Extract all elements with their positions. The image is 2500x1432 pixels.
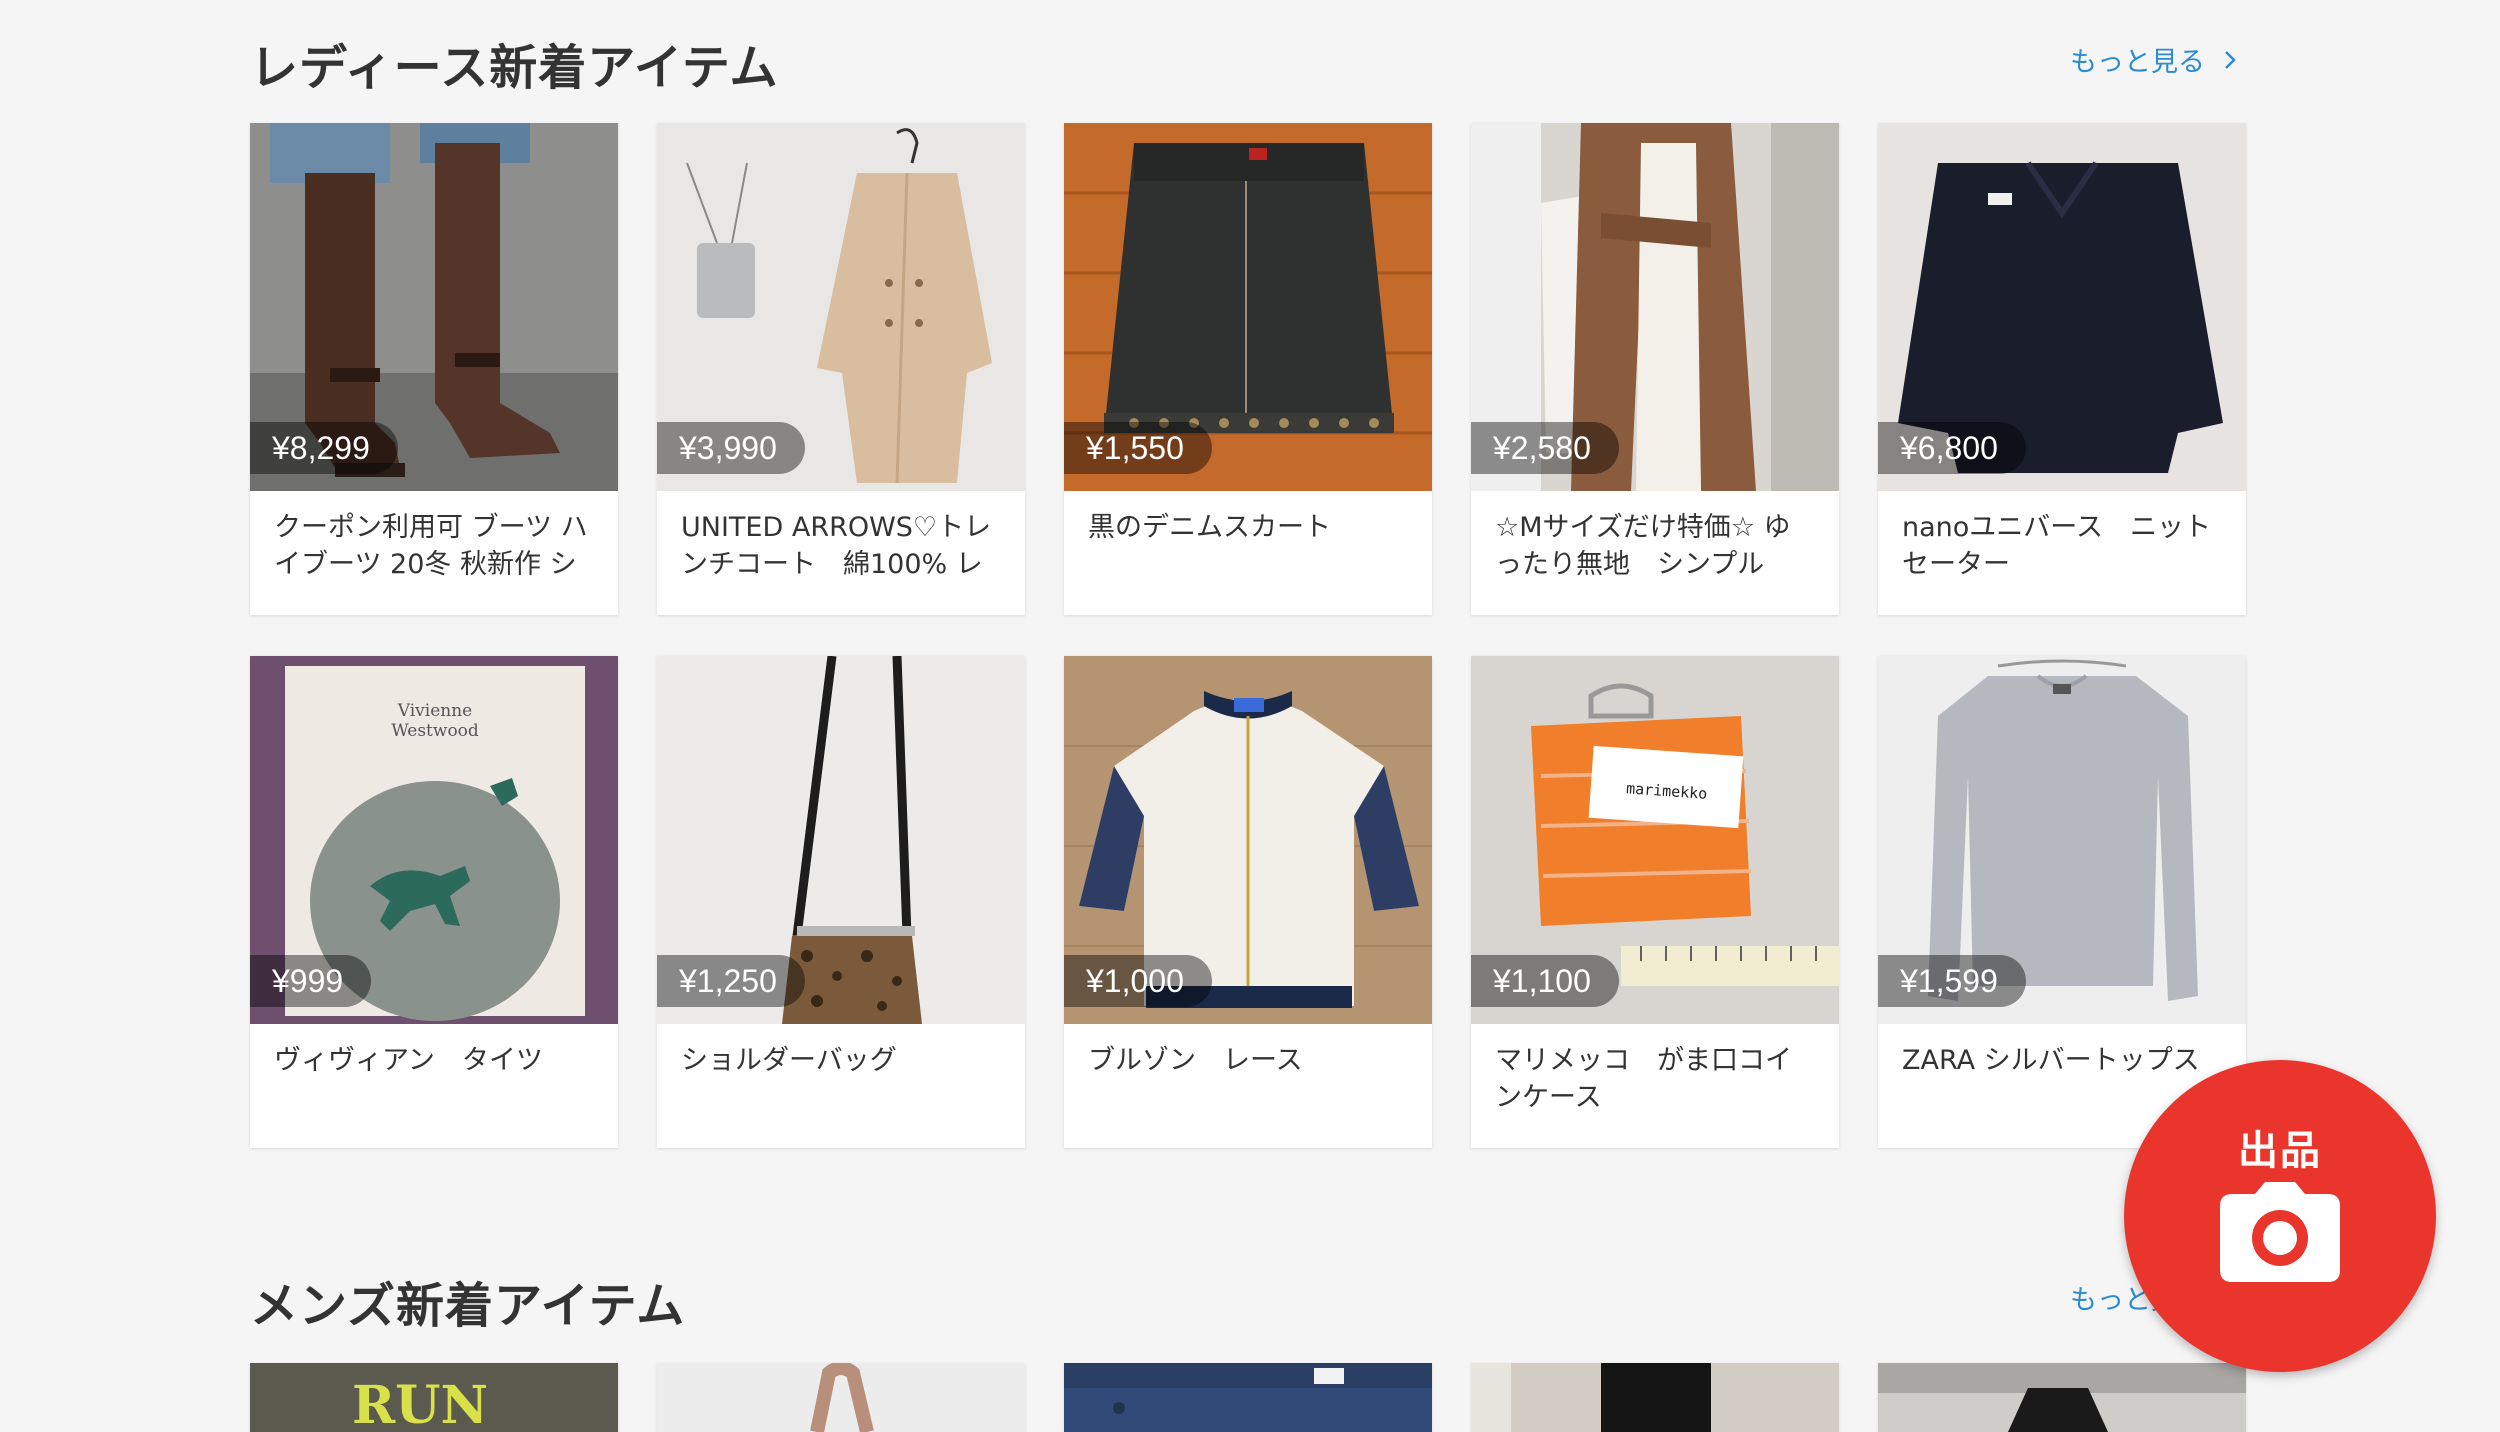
item-card[interactable]: ¥1,000 ブルゾン レース (1064, 656, 1432, 1148)
item-card[interactable]: ¥1,550 黒のデニムスカート (1064, 123, 1432, 615)
item-name: ブルゾン レース (1088, 1045, 1303, 1076)
item-card[interactable]: ¥6,800 nanoユニバース ニットセーター (1878, 123, 2246, 615)
item-card[interactable] (1471, 1363, 1839, 1432)
item-card[interactable] (657, 1363, 1025, 1432)
item-card[interactable]: marimekko ¥1,100 マリメッコ がま口コインケース (1471, 656, 1839, 1148)
item-name: ☆Mサイズだけ特価☆ ゆったり無地 シンプル (1495, 512, 1791, 580)
item-card[interactable]: ¥3,990 UNITED ARROWS♡トレンチコート 綿100% レ (657, 123, 1025, 615)
ladies-see-more-link[interactable]: もっと見る (2070, 40, 2237, 79)
item-price: ¥1,599 (1878, 955, 2026, 1007)
item-name: UNITED ARROWS♡トレンチコート 綿100% レ (681, 512, 992, 580)
item-price: ¥1,000 (1064, 955, 1212, 1007)
item-image: ¥1,550 (1064, 123, 1432, 491)
item-name: ショルダーバッグ (681, 1045, 897, 1076)
item-image: marimekko ¥1,100 (1471, 656, 1839, 1024)
item-image: ¥8,299 (250, 123, 618, 491)
item-card[interactable]: RUN (250, 1363, 618, 1432)
item-card[interactable]: ¥8,299 クーポン利用可 ブーツ ハイブーツ 20冬 秋新作 シ (250, 123, 618, 615)
item-image: ¥6,800 (1878, 123, 2246, 491)
item-name: ZARA シルバートップス (1902, 1045, 2200, 1076)
item-image: ¥3,990 (657, 123, 1025, 491)
item-card[interactable] (1064, 1363, 1432, 1432)
sell-button-label: 出品 (2238, 1128, 2322, 1174)
camera-icon (2220, 1182, 2340, 1286)
item-image (1471, 1363, 1839, 1432)
vivienne-westwood-logo-text: Vivienne (397, 701, 472, 721)
item-image: RUN (250, 1363, 618, 1432)
item-price: ¥1,250 (657, 955, 805, 1007)
item-name: nanoユニバース ニットセーター (1902, 512, 2211, 580)
item-price: ¥3,990 (657, 422, 805, 474)
ladies-section-title: レディース新着アイテム (250, 40, 779, 96)
item-price: ¥1,550 (1064, 422, 1212, 474)
item-image (1878, 1363, 2246, 1432)
chevron-right-icon (2223, 47, 2237, 78)
item-card[interactable]: Vivienne Westwood ¥999 ヴィヴィアン タイツ (250, 656, 618, 1148)
vivienne-westwood-logo-text: Westwood (391, 721, 479, 741)
mens-section-title: メンズ新着アイテム (250, 1278, 686, 1334)
item-image (1064, 1363, 1432, 1432)
item-image: Vivienne Westwood ¥999 (250, 656, 618, 1024)
item-name: クーポン利用可 ブーツ ハイブーツ 20冬 秋新作 シ (274, 512, 588, 580)
run-print-text: RUN (352, 1375, 488, 1432)
item-price: ¥1,100 (1471, 955, 1619, 1007)
sell-button[interactable]: 出品 (2124, 1060, 2436, 1372)
item-image: ¥1,250 (657, 656, 1025, 1024)
item-price: ¥6,800 (1878, 422, 2026, 474)
item-image (657, 1363, 1025, 1432)
item-price: ¥8,299 (250, 422, 398, 474)
item-card[interactable]: ¥2,580 ☆Mサイズだけ特価☆ ゆったり無地 シンプル (1471, 123, 1839, 615)
item-name: ヴィヴィアン タイツ (274, 1045, 543, 1076)
see-more-label: もっと見る (2070, 47, 2205, 78)
item-card[interactable]: ¥1,250 ショルダーバッグ (657, 656, 1025, 1148)
item-image: ¥1,000 (1064, 656, 1432, 1024)
item-card[interactable] (1878, 1363, 2246, 1432)
page: レディース新着アイテム もっと見る ¥8,299 クーポン利用可 ブーツ ハイブ… (0, 0, 2500, 1432)
item-name: マリメッコ がま口コインケース (1495, 1045, 1792, 1113)
item-image: ¥2,580 (1471, 123, 1839, 491)
item-price: ¥999 (250, 955, 372, 1007)
item-image: ¥1,599 (1878, 656, 2246, 1024)
item-name: 黒のデニムスカート (1088, 512, 1331, 543)
item-card[interactable]: ¥1,599 ZARA シルバートップス (1878, 656, 2246, 1148)
item-price: ¥2,580 (1471, 422, 1619, 474)
